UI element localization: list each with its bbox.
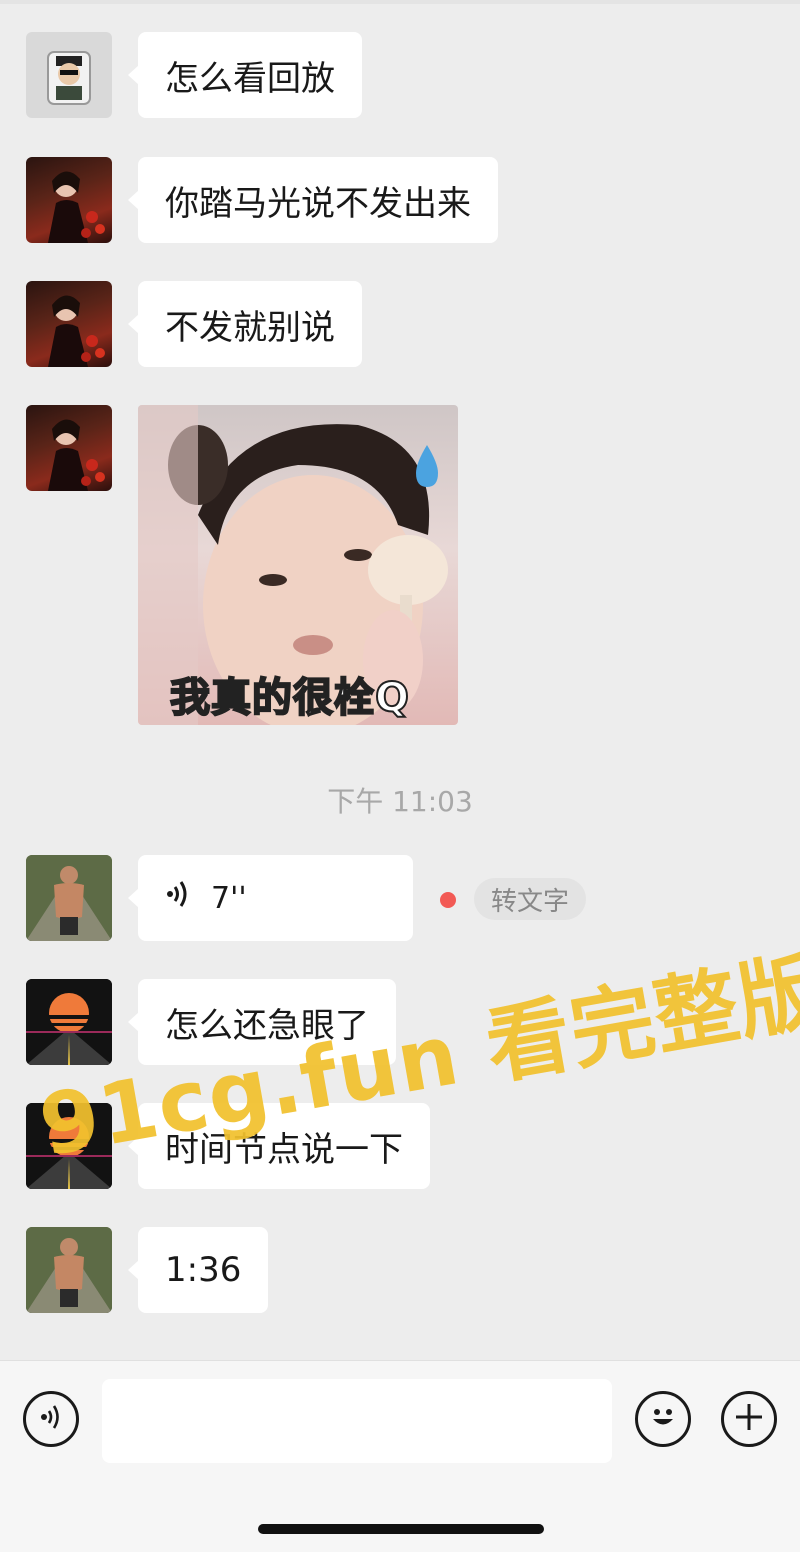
message-bubble[interactable]: 不发就别说	[128, 281, 362, 367]
avatar[interactable]	[26, 281, 112, 367]
emoji-icon	[646, 1400, 680, 1438]
message-row: 1:36	[26, 1227, 269, 1313]
avatar[interactable]	[26, 1227, 112, 1313]
voice-icon	[165, 878, 191, 918]
message-bubble[interactable]: 1:36	[127, 1227, 269, 1313]
voice-icon	[38, 1403, 64, 1435]
message-text: 你踏马光说不发出来	[165, 183, 471, 224]
more-button[interactable]	[721, 1391, 777, 1447]
plus-icon	[734, 1402, 764, 1436]
message-row: 7''	[26, 855, 413, 941]
avatar[interactable]	[26, 157, 112, 243]
voice-to-text-button[interactable]: 转文字	[474, 878, 586, 920]
top-divider	[0, 0, 800, 4]
avatar[interactable]	[26, 405, 112, 491]
timestamp: 下午 11:03	[327, 785, 473, 818]
avatar[interactable]	[26, 855, 112, 941]
message-bubble[interactable]: 怎么看回放	[128, 32, 362, 118]
emoji-button[interactable]	[635, 1391, 691, 1447]
sticker-caption: 我真的很栓Q	[169, 674, 411, 722]
voice-toggle-button[interactable]	[23, 1391, 79, 1447]
avatar[interactable]	[26, 32, 112, 118]
voice-duration: 7''	[211, 880, 247, 916]
message-text: 不发就别说	[165, 307, 335, 348]
message-text: 1:36	[165, 1250, 242, 1290]
message-text: 怎么看回放	[165, 58, 335, 99]
message-input[interactable]	[102, 1379, 612, 1463]
message-row: 怎么看回放	[26, 32, 362, 118]
message-row: 不发就别说	[26, 281, 362, 367]
sticker-image[interactable]: 我真的很栓Q	[138, 405, 458, 725]
voice-message-bubble[interactable]: 7''	[128, 855, 413, 941]
unread-indicator	[440, 892, 456, 908]
message-bubble[interactable]: 你踏马光说不发出来	[128, 157, 498, 243]
message-row: 你踏马光说不发出来	[26, 157, 498, 243]
message-row: 我真的很栓Q	[26, 405, 458, 725]
home-indicator	[258, 1524, 544, 1534]
